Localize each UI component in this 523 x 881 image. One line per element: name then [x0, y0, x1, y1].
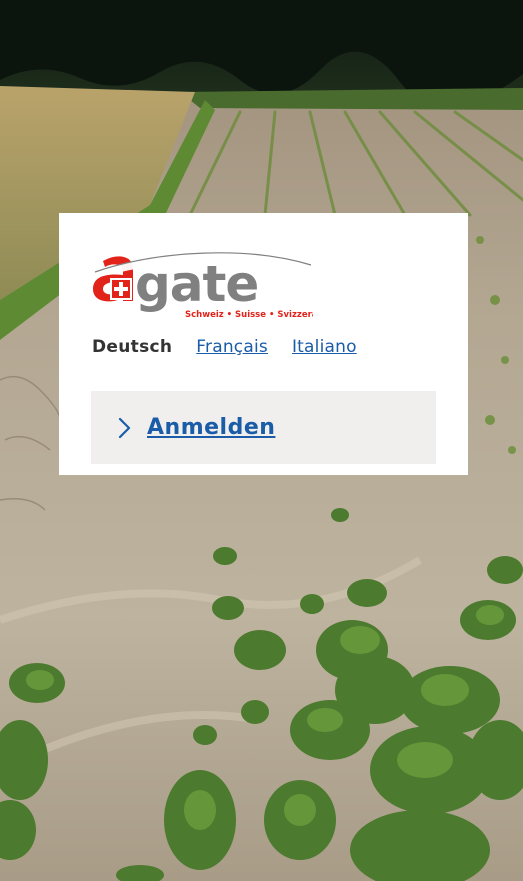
logo-tagline: Schweiz • Suisse • Svizzera	[185, 310, 313, 320]
language-link-italiano[interactable]: Italiano	[292, 336, 357, 358]
language-current-deutsch: Deutsch	[92, 337, 173, 357]
login-link[interactable]: Anmelden	[147, 415, 275, 440]
language-switcher: Deutsch Français Italiano	[92, 336, 357, 358]
language-link-francais[interactable]: Français	[196, 336, 268, 358]
chevron-right-icon	[118, 417, 132, 439]
login-button[interactable]: Anmelden	[91, 391, 436, 464]
agate-logo: gate Schweiz • Suisse • Svizzera	[89, 243, 313, 323]
login-card: gate Schweiz • Suisse • Svizzera Deutsch…	[59, 213, 468, 475]
